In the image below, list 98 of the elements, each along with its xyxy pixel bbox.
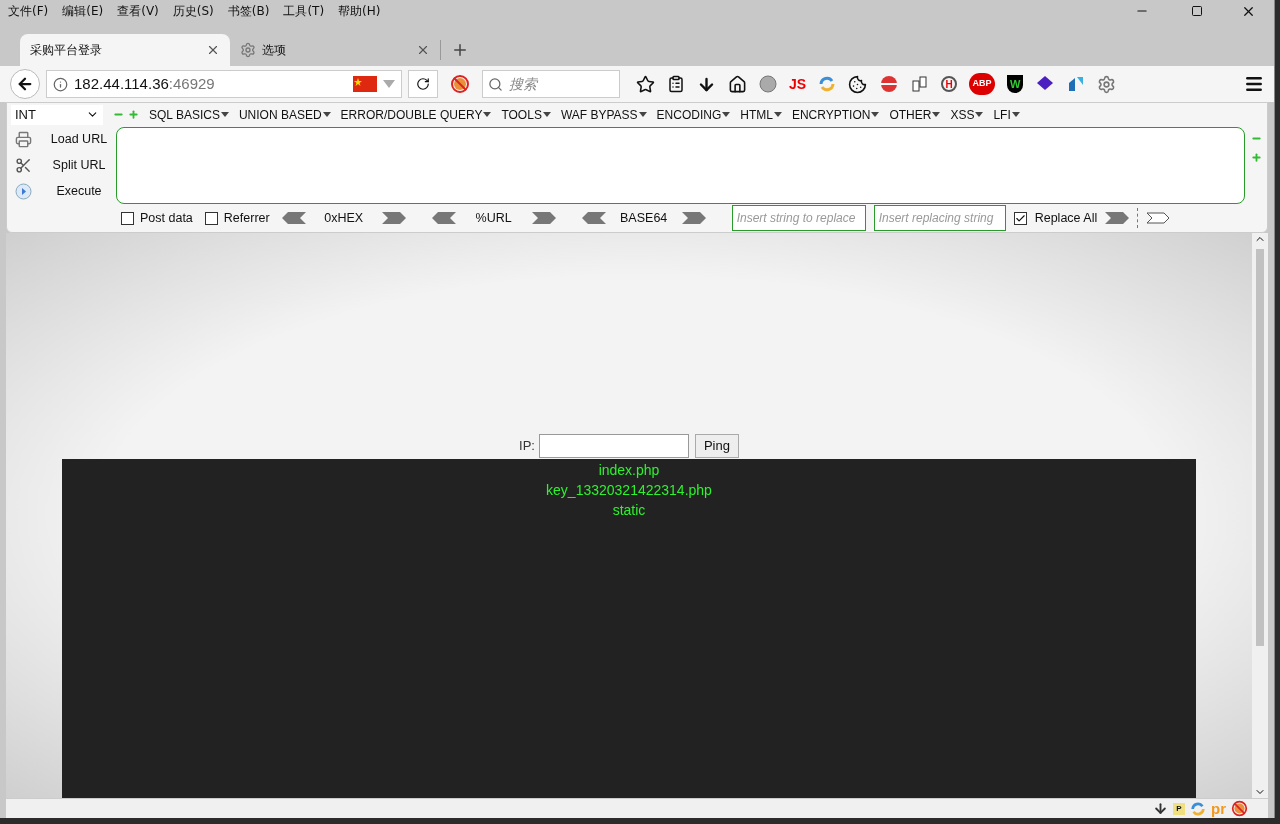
bookmark-icon[interactable] xyxy=(636,74,655,94)
reload-button[interactable] xyxy=(408,70,438,98)
hackbar-menu[interactable]: WAF BYPASS xyxy=(560,105,647,124)
input-field[interactable]: Insert string to replace xyxy=(731,205,866,232)
search-field[interactable]: 搜索 xyxy=(482,70,620,98)
output-line: index.php xyxy=(598,461,660,480)
menu-item[interactable]: 书签(B) xyxy=(225,2,272,20)
right-arrow-icon[interactable] xyxy=(681,212,706,225)
cookie-icon[interactable] xyxy=(848,74,868,94)
p-icon[interactable]: P xyxy=(1173,802,1185,815)
hackbar-menu[interactable]: ERROR/DOUBLE QUERY xyxy=(340,105,492,124)
hackbar-menu[interactable]: XSS xyxy=(950,105,984,124)
dropdown-caret-icon[interactable] xyxy=(722,112,731,118)
ping-button[interactable]: Ping xyxy=(694,434,739,458)
menu-item[interactable]: 历史(S) xyxy=(170,2,216,20)
url-textarea[interactable] xyxy=(116,126,1245,205)
dropdown-caret-icon[interactable] xyxy=(483,112,492,118)
dropdown-caret-icon[interactable] xyxy=(773,112,782,118)
checkbox-label[interactable]: Post data xyxy=(140,208,193,228)
hackbar-menu[interactable]: SQL BASICS xyxy=(149,105,229,124)
blocked-icon[interactable] xyxy=(1231,800,1248,817)
converter-label: BASE64 xyxy=(619,209,669,227)
hackbar-menu[interactable]: ENCRYPTION xyxy=(791,105,880,124)
right-arrow-icon[interactable] xyxy=(381,212,406,225)
info-icon[interactable] xyxy=(53,76,68,92)
browser-tab[interactable]: 选项 xyxy=(230,34,440,66)
documents-icon[interactable] xyxy=(911,75,930,93)
menu-item[interactable]: 帮助(H) xyxy=(336,2,383,20)
menu-item[interactable]: 查看(V) xyxy=(115,2,161,20)
download-icon[interactable] xyxy=(1153,801,1168,816)
settings-icon[interactable] xyxy=(1097,74,1117,94)
back-button[interactable] xyxy=(10,69,40,99)
close-icon[interactable] xyxy=(206,43,220,57)
maximize-icon[interactable] xyxy=(1191,5,1203,17)
left-arrow-icon[interactable] xyxy=(281,212,306,225)
new-tab-icon[interactable] xyxy=(451,41,469,59)
tab-title: 选项 xyxy=(262,42,287,59)
logo-icon[interactable] xyxy=(1067,75,1086,93)
sync-icon[interactable] xyxy=(818,75,837,93)
dropdown-caret-icon[interactable] xyxy=(975,112,984,118)
menu-item[interactable]: 文件(F) xyxy=(6,2,51,20)
encoding-select[interactable]: INT xyxy=(11,104,103,125)
js-icon[interactable]: JS xyxy=(789,73,807,95)
checkbox[interactable] xyxy=(1013,211,1027,225)
home-icon[interactable] xyxy=(728,74,747,94)
sync-icon[interactable] xyxy=(1190,800,1206,817)
tab-title: 采购平台登录 xyxy=(30,42,103,59)
action-button[interactable]: Execute xyxy=(42,181,116,201)
hackbar-menu[interactable]: TOOLS xyxy=(501,105,551,124)
converter-label: %URL xyxy=(474,209,513,227)
dropdown-caret-icon[interactable] xyxy=(322,112,331,118)
flag-icon xyxy=(353,76,377,92)
url-text: 182.44.114.36:46929 xyxy=(74,73,216,94)
dropdown-caret-icon[interactable] xyxy=(1011,112,1020,118)
output-line: key_13320321422314.php xyxy=(546,481,712,500)
checkbox-label[interactable]: Referrer xyxy=(223,208,270,228)
right-arrow-icon[interactable] xyxy=(1105,212,1130,225)
action-button[interactable]: Load URL xyxy=(42,130,116,150)
reload-icon xyxy=(416,77,430,91)
blocked-icon[interactable] xyxy=(450,74,470,94)
input-field[interactable]: Insert replacing string xyxy=(873,205,1006,232)
right-arrow-icon[interactable] xyxy=(1146,212,1171,225)
ip-label: IP: xyxy=(519,437,535,456)
search-h-icon[interactable]: H xyxy=(941,76,958,92)
reading-list-icon[interactable] xyxy=(667,75,685,93)
settings-icon xyxy=(240,42,256,58)
hackbar-menu[interactable]: OTHER xyxy=(889,105,941,124)
dropdown-caret-icon[interactable] xyxy=(220,112,229,118)
checkbox[interactable] xyxy=(121,211,134,225)
action-button[interactable]: Split URL xyxy=(42,156,116,175)
menu-item[interactable]: 编辑(E) xyxy=(60,2,106,20)
dropdown-caret-icon[interactable] xyxy=(542,112,551,118)
scrollbar[interactable] xyxy=(1252,233,1268,798)
scissors-icon[interactable] xyxy=(15,157,32,174)
address-field[interactable]: 182.44.114.36:46929 xyxy=(46,70,402,98)
checkbox-label[interactable]: Replace All xyxy=(1034,208,1098,228)
output-line: static xyxy=(612,501,646,520)
converter-label: 0xHEX xyxy=(323,209,365,227)
search-icon xyxy=(488,76,503,92)
right-arrow-icon[interactable] xyxy=(531,212,556,225)
hackbar-menu[interactable]: ENCODING xyxy=(656,105,731,124)
printer-icon[interactable] xyxy=(15,131,32,149)
hackbar-menu[interactable]: LFI xyxy=(993,105,1020,124)
left-arrow-icon[interactable] xyxy=(581,212,606,225)
shield-icon[interactable]: W xyxy=(1007,75,1024,93)
left-arrow-icon[interactable] xyxy=(431,212,456,225)
stop-sign-icon[interactable]: ABP xyxy=(969,73,996,95)
menu-icon[interactable] xyxy=(1244,74,1264,94)
menu-item[interactable]: 工具(T) xyxy=(281,2,327,20)
hackbar-menu[interactable]: HTML xyxy=(740,105,782,124)
play-icon[interactable] xyxy=(15,182,32,200)
dropdown-caret-icon[interactable] xyxy=(871,112,880,118)
browser-tab[interactable]: 采购平台登录 xyxy=(20,34,230,66)
checkbox[interactable] xyxy=(204,211,218,225)
dropdown-caret-icon[interactable] xyxy=(932,112,941,118)
ip-field[interactable] xyxy=(538,434,689,458)
dropdown-caret-icon[interactable] xyxy=(638,112,647,118)
hackbar-menu[interactable]: UNION BASED xyxy=(238,105,331,124)
